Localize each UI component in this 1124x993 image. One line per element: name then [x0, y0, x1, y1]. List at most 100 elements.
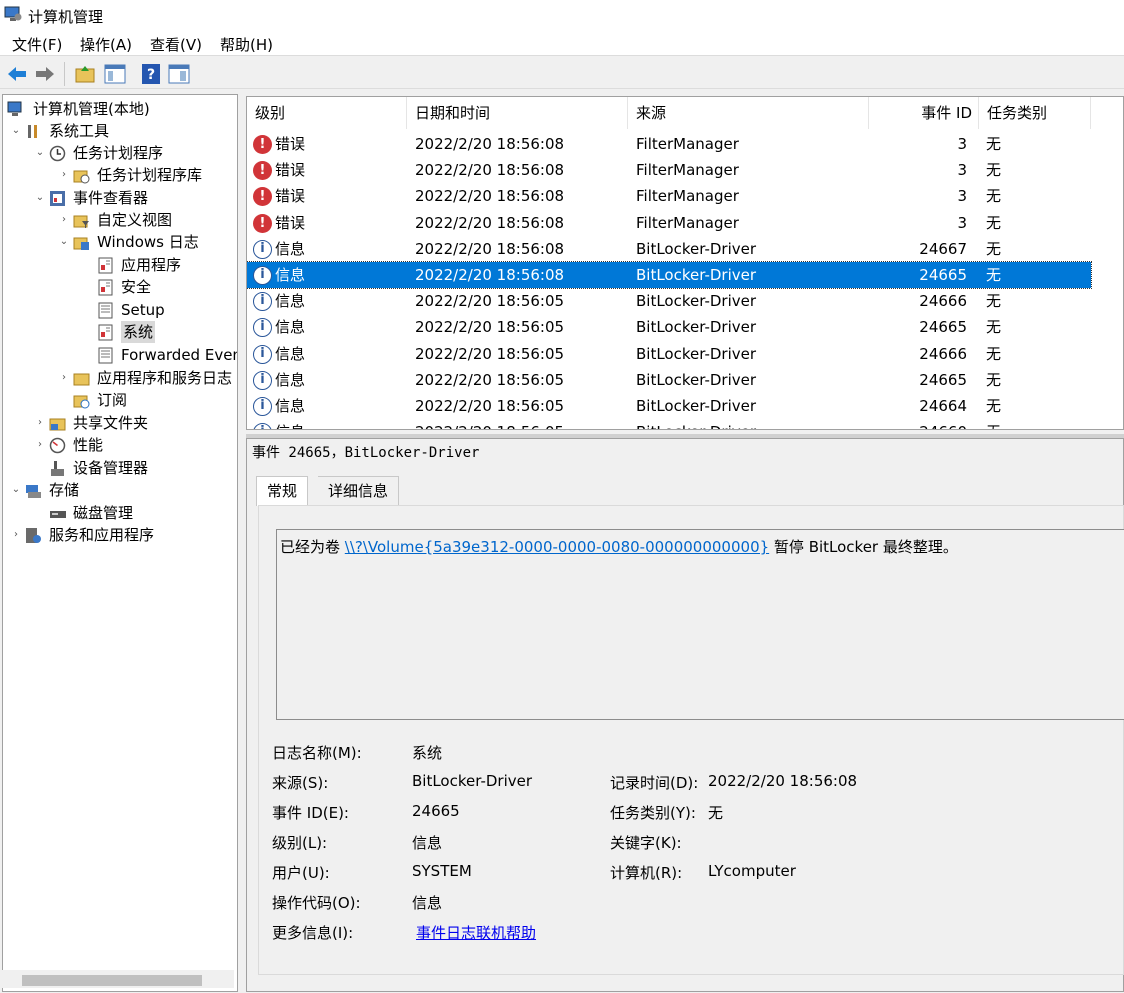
back-arrow-icon[interactable] [6, 63, 28, 85]
chevron-down-icon[interactable]: ⌄ [33, 142, 47, 164]
logged-value: 2022/2/20 18:56:08 [708, 772, 858, 790]
event-row[interactable]: i信息 2022/2/20 18:56:05 BitLocker-Driver 246… [247, 367, 1091, 393]
title-bar: 计算机管理 [0, 0, 1124, 30]
menu-view[interactable]: 查看(V) [150, 34, 202, 55]
task-cell: 无 [986, 161, 1002, 180]
chevron-down-icon[interactable]: ⌄ [33, 187, 47, 209]
source-cell: BitLocker-Driver [636, 318, 757, 337]
tree-label: 系统工具 [49, 122, 110, 140]
volume-link[interactable]: \\?\Volume{5a39e312-0000-0000-0080-00000… [345, 538, 769, 556]
menu-action[interactable]: 操作(A) [80, 34, 132, 55]
message-suffix: 暂停 BitLocker 最终整理。 [769, 538, 958, 556]
tree-label: Windows 日志 [97, 233, 199, 251]
date-cell: 2022/2/20 18:56:08 [415, 135, 565, 153]
pane-splitter[interactable] [238, 94, 244, 992]
source-cell: BitLocker-Driver [636, 344, 757, 363]
tree-node-task-scheduler[interactable]: ⌄ 任务计划程序 [33, 142, 237, 164]
tree-node-security-log[interactable]: 安全 [81, 276, 237, 298]
tab-details[interactable]: 详细信息 [318, 476, 400, 506]
event-id-label: 事件 ID(E): [272, 804, 349, 822]
menu-bar: 文件(F) 操作(A) 查看(V) 帮助(H) [0, 30, 1124, 56]
more-info-label: 更多信息(I): [272, 924, 354, 942]
tree-node-performance[interactable]: › 性能 [33, 434, 237, 456]
more-info-link[interactable]: 事件日志联机帮助 [416, 922, 536, 943]
event-row[interactable]: i信息 2022/2/20 18:56:05 BitLocker-Driver 246… [247, 288, 1091, 314]
tree-label: 存储 [49, 481, 80, 499]
event-row[interactable]: i 信息 2022/2/20 18:56:08 BitLocker-Driver 246… [247, 261, 1092, 289]
column-header-level[interactable]: 级别 [247, 97, 407, 129]
tree-node-setup-log[interactable]: Setup [81, 299, 237, 321]
tree-node-task-scheduler-library[interactable]: › 任务计划程序库 [57, 164, 237, 186]
event-id-cell: 24665 [919, 318, 967, 337]
tree-node-subscriptions[interactable]: 订阅 [57, 389, 237, 411]
menu-help[interactable]: 帮助(H) [220, 34, 273, 55]
chevron-right-icon[interactable]: › [33, 412, 47, 434]
chevron-right-icon[interactable]: › [57, 367, 71, 389]
tree-node-root[interactable]: 计算机管理(本地) [5, 98, 237, 120]
tree-node-device-manager[interactable]: 设备管理器 [33, 457, 237, 479]
event-id-cell: 24666 [919, 292, 967, 311]
event-row[interactable]: i信息 2022/2/20 18:56:05 BitLocker-Driver 246… [247, 419, 1091, 429]
column-header-event-id[interactable]: 事件 ID [869, 97, 979, 129]
date-cell: 2022/2/20 18:56:08 [415, 187, 565, 206]
date-cell: 2022/2/20 18:56:08 [415, 239, 565, 258]
tree-label: Setup [121, 301, 165, 319]
tree-node-event-viewer[interactable]: ⌄ 事件查看器 [33, 187, 237, 209]
menu-file[interactable]: 文件(F) [12, 34, 62, 55]
event-row[interactable]: i信息 2022/2/20 18:56:05 BitLocker-Driver 246… [247, 314, 1091, 340]
tree-node-forwarded-events[interactable]: Forwarded Even [81, 344, 237, 366]
tree-label: 任务计划程序库 [97, 166, 203, 184]
tree-node-storage[interactable]: ⌄ 存储 [9, 479, 237, 501]
date-cell: 2022/2/20 18:56:05 [415, 344, 565, 363]
column-header-source[interactable]: 来源 [628, 97, 869, 129]
chevron-right-icon[interactable]: › [57, 209, 71, 231]
task-cell: 无 [986, 213, 1002, 232]
user-value: SYSTEM [412, 862, 472, 880]
event-row[interactable]: ! 错误 2022/2/20 18:56:08 FilterManager 3 无 [247, 157, 1091, 183]
tab-general[interactable]: 常规 [256, 476, 309, 506]
up-folder-icon[interactable] [74, 63, 96, 85]
chevron-down-icon[interactable]: ⌄ [9, 120, 23, 142]
tree-node-disk-management[interactable]: 磁盘管理 [33, 502, 237, 524]
source-cell: BitLocker-Driver [636, 266, 757, 284]
show-hide-tree-icon[interactable] [104, 63, 126, 85]
opcode-label: 操作代码(O): [272, 894, 361, 912]
tree-node-shared-folders[interactable]: › 共享文件夹 [33, 412, 237, 434]
chevron-down-icon[interactable]: ⌄ [57, 231, 71, 253]
tree-node-services-apps[interactable]: › 服务和应用程序 [9, 524, 237, 546]
chevron-right-icon[interactable]: › [33, 434, 47, 456]
level-cell: 信息 [275, 370, 306, 389]
log-icon [98, 347, 113, 364]
event-row[interactable]: i信息 2022/2/20 18:56:05 BitLocker-Driver 246… [247, 393, 1091, 419]
computer-management-icon [7, 101, 22, 116]
tree-label: 应用程序和服务日志 [97, 369, 233, 387]
event-row[interactable]: ! 错误 2022/2/20 18:56:08 FilterManager 3 无 [247, 183, 1091, 209]
properties-icon[interactable] [168, 63, 190, 85]
event-id-cell: 24665 [919, 370, 967, 389]
tree-scroll-thumb[interactable] [22, 975, 202, 986]
folder-filter-icon [73, 215, 89, 228]
tree-node-system-tools[interactable]: ⌄ 系统工具 [9, 120, 237, 142]
tree-node-system-log[interactable]: 系统 [81, 321, 237, 343]
event-row[interactable]: i 信息 2022/2/20 18:56:08 BitLocker-Driver 246… [247, 236, 1091, 262]
tree-node-application-log[interactable]: 应用程序 [81, 254, 237, 276]
tree-node-windows-logs[interactable]: ⌄ Windows 日志 [57, 231, 237, 253]
task-cell: 无 [986, 187, 1002, 206]
help-icon[interactable]: ? [140, 63, 162, 85]
logged-label: 记录时间(D): [610, 774, 699, 792]
tree-node-custom-views[interactable]: › 自定义视图 [57, 209, 237, 231]
message-box[interactable] [276, 529, 1124, 720]
column-header-task-category[interactable]: 任务类别 [979, 97, 1091, 129]
column-header-date[interactable]: 日期和时间 [407, 97, 628, 129]
forward-arrow-icon[interactable] [34, 63, 56, 85]
event-row[interactable]: ! 错误 2022/2/20 18:56:08 FilterManager 3 无 [247, 210, 1091, 236]
event-row[interactable]: ! 错误 2022/2/20 18:56:08 FilterManager 3 无 [247, 131, 1091, 157]
chevron-right-icon[interactable]: › [9, 524, 23, 546]
task-category-label: 任务类别(Y): [610, 804, 696, 822]
task-cell: 无 [986, 419, 1001, 429]
chevron-down-icon[interactable]: ⌄ [9, 479, 23, 501]
tree-node-app-service-logs[interactable]: › 应用程序和服务日志 [57, 367, 237, 389]
event-row[interactable]: i信息 2022/2/20 18:56:05 BitLocker-Driver 246… [247, 341, 1091, 367]
chevron-right-icon[interactable]: › [57, 164, 71, 186]
tree-label: 订阅 [97, 391, 128, 409]
